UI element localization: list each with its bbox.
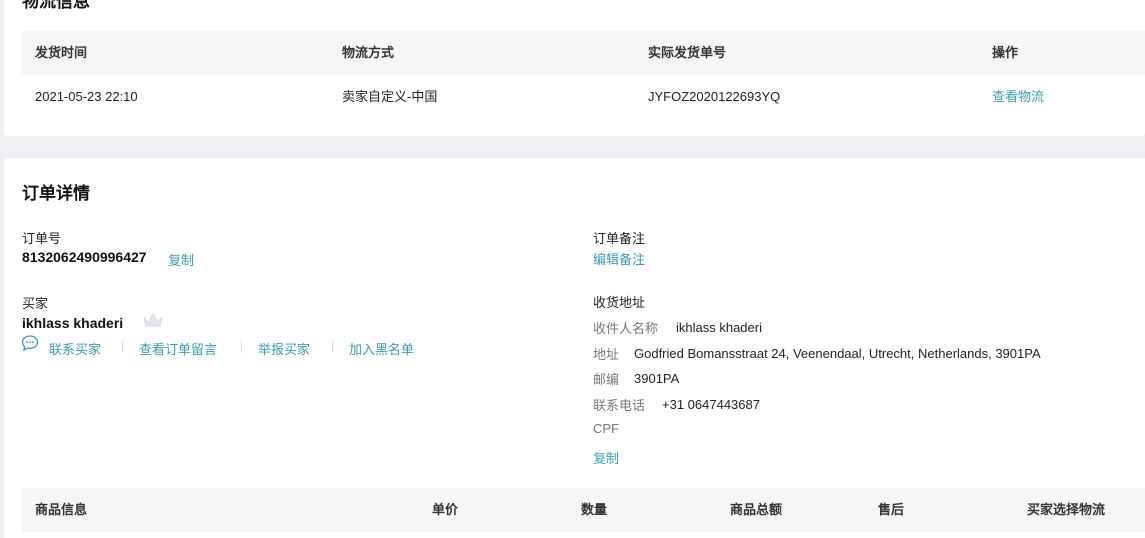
order-details-card: 订单详情 订单号 8132062490996427 复制 买家 ikhlass …	[4, 158, 1145, 538]
header-method: 物流方式	[342, 45, 395, 60]
zip-label: 邮编	[593, 372, 620, 387]
header-product-info: 商品信息	[35, 502, 88, 517]
view-order-messages-link[interactable]: 查看订单留言	[139, 339, 217, 358]
header-tracking-no: 实际发货单号	[648, 45, 727, 60]
header-total: 商品总额	[730, 502, 783, 517]
tracking-number: JYFOZ2020122693YQ	[648, 89, 781, 104]
buyer-name: ikhlass khaderi	[22, 315, 124, 331]
contact-buyer-link[interactable]: 联系买家	[49, 339, 101, 358]
table-row: 2021-05-23 22:10 卖家自定义-中国 JYFOZ202012269…	[22, 75, 1145, 119]
buyer-label: 买家	[22, 296, 49, 311]
phone-value: +31 0647443687	[662, 397, 760, 412]
add-to-blacklist-link[interactable]: 加入黑名单	[349, 339, 414, 358]
address-label: 地址	[593, 347, 620, 362]
address-value: Godfried Bomansstraat 24, Veenendaal, Ut…	[634, 346, 1041, 361]
view-logistics-link[interactable]: 查看物流	[992, 75, 1044, 119]
order-number: 8132062490996427	[22, 249, 147, 265]
header-after-sales: 售后	[878, 502, 905, 517]
shipping-address-title: 收货地址	[593, 295, 646, 310]
zip-value: 3901PA	[634, 371, 680, 386]
divider	[122, 341, 123, 353]
logistics-table-header: 发货时间 物流方式 实际发货单号 操作	[22, 31, 1145, 75]
header-ship-time: 发货时间	[35, 45, 88, 60]
report-buyer-link[interactable]: 举报买家	[258, 339, 310, 358]
order-remark-label: 订单备注	[593, 231, 646, 246]
copy-address-link[interactable]: 复制	[593, 448, 619, 467]
divider	[241, 341, 242, 353]
ship-method: 卖家自定义-中国	[342, 89, 438, 104]
header-action: 操作	[992, 45, 1019, 60]
cpf-label: CPF	[593, 421, 619, 436]
recipient-label: 收件人名称	[593, 321, 659, 336]
header-unit-price: 单价	[432, 502, 459, 517]
divider	[332, 341, 333, 353]
ship-time: 2021-05-23 22:10	[35, 89, 138, 104]
recipient-name: ikhlass khaderi	[676, 320, 762, 335]
phone-label: 联系电话	[593, 398, 646, 413]
copy-order-number-link[interactable]: 复制	[168, 250, 194, 269]
order-details-title: 订单详情	[22, 184, 90, 203]
logistics-title: 物流信息	[22, 0, 90, 11]
header-buyer-logistics: 买家选择物流	[1027, 502, 1106, 517]
edit-remark-link[interactable]: 编辑备注	[593, 249, 645, 268]
header-quantity: 数量	[581, 502, 608, 517]
product-table-header: 商品信息 单价 数量 商品总额 售后 买家选择物流	[22, 488, 1145, 532]
logistics-card: 物流信息 发货时间 物流方式 实际发货单号 操作 2021-05-23 22:1…	[4, 0, 1145, 136]
crown-icon	[143, 312, 163, 327]
chat-icon[interactable]	[21, 334, 39, 352]
order-number-label: 订单号	[22, 231, 62, 246]
